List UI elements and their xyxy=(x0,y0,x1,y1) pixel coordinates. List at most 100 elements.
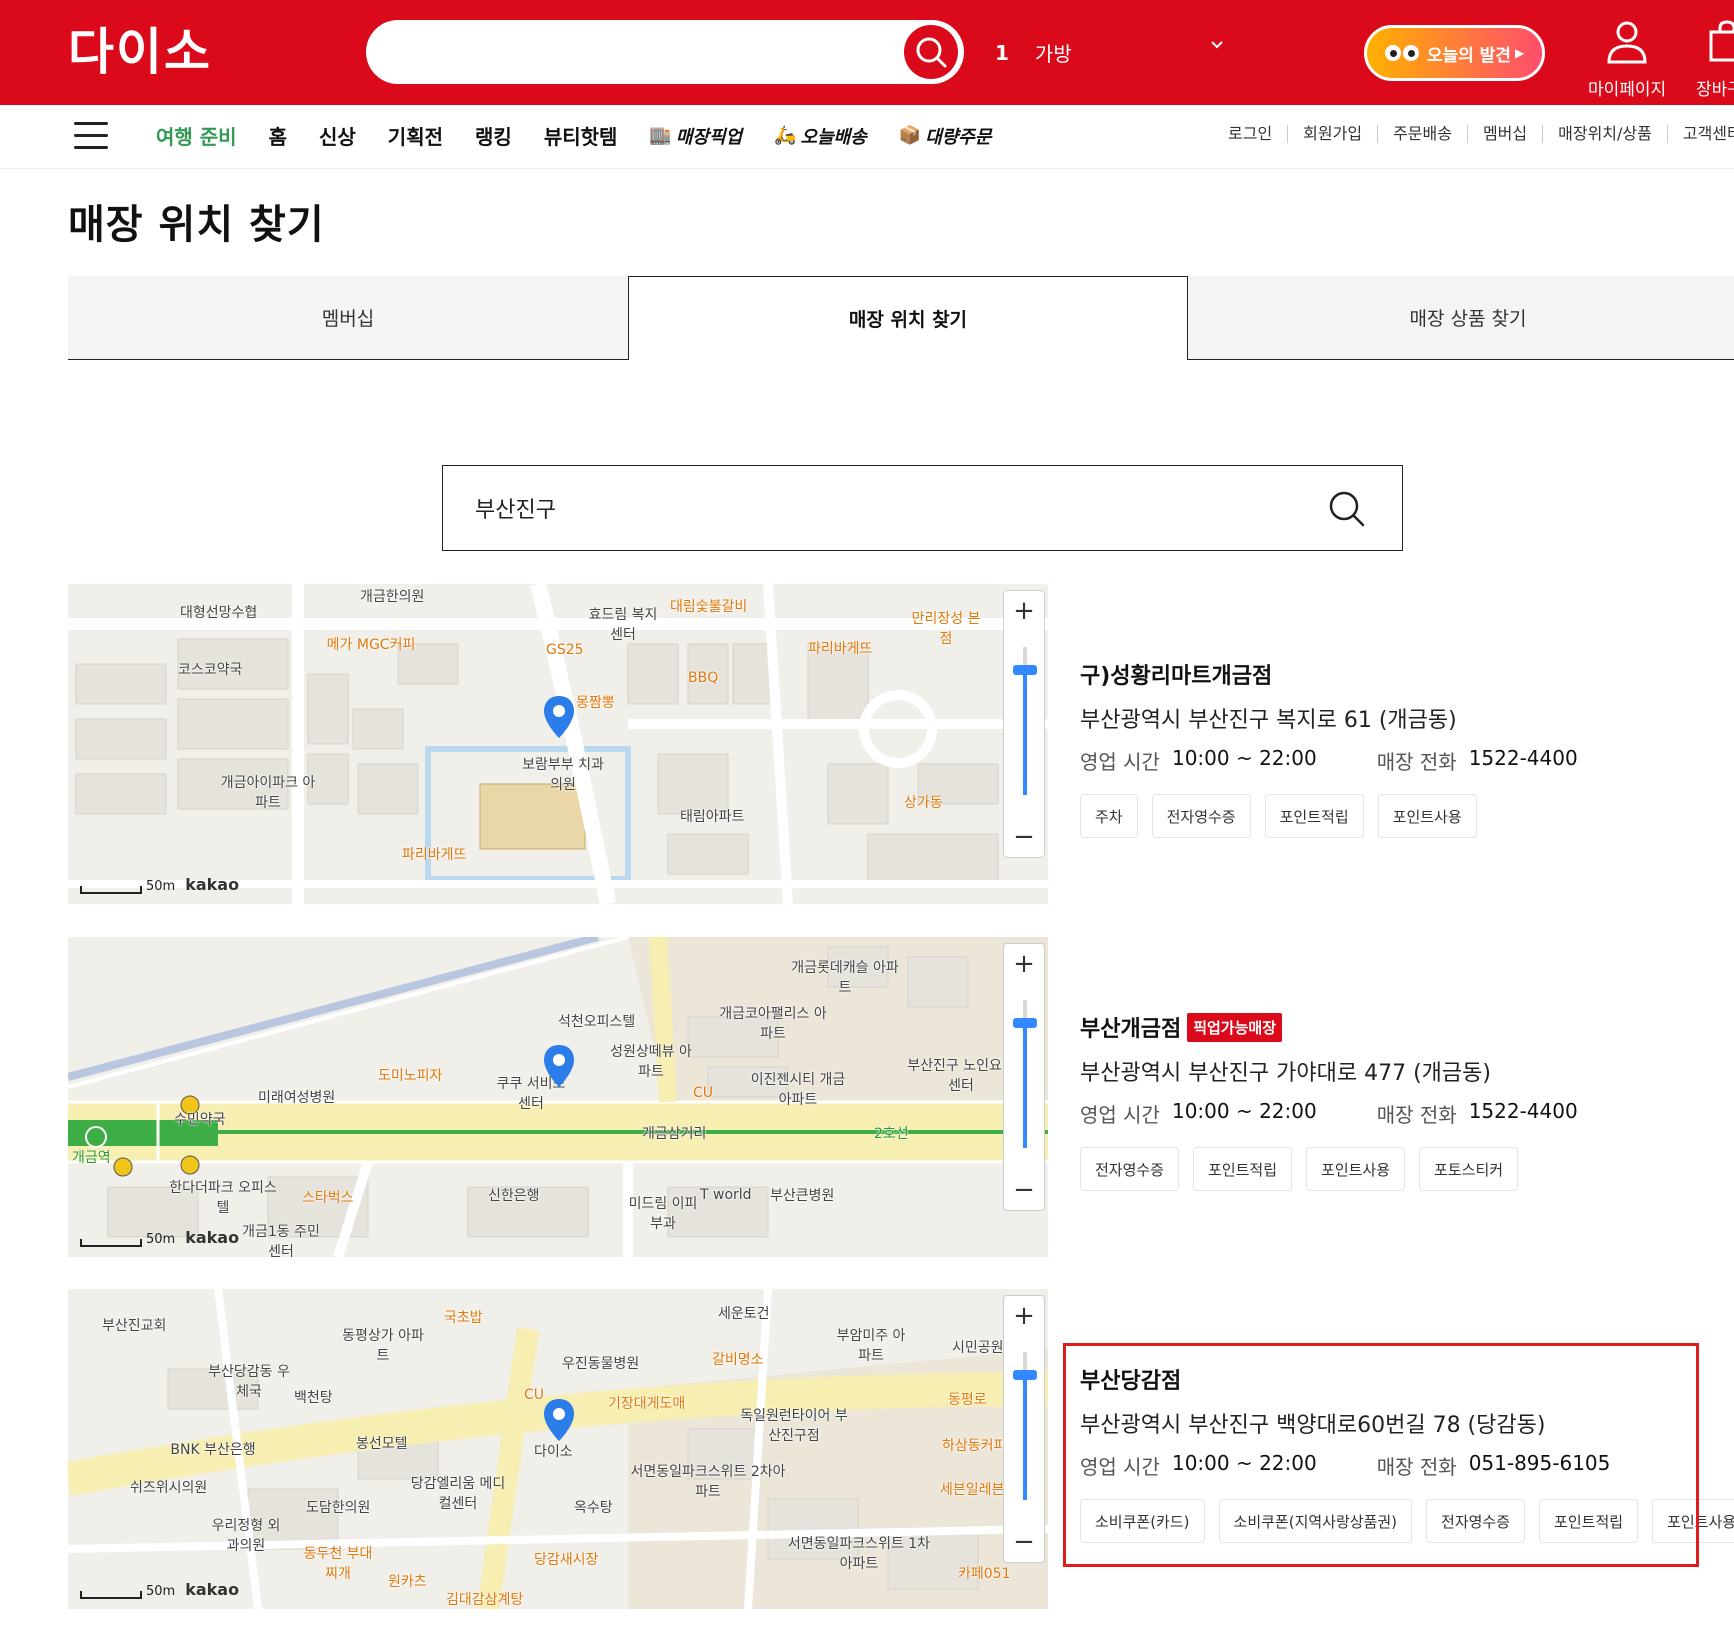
tab-store-products[interactable]: 매장 상품 찾기 xyxy=(1188,276,1734,360)
store-tags: 주차 전자영수증 포인트적립 포인트사용 xyxy=(1080,794,1491,838)
tab-membership[interactable]: 멤버십 xyxy=(68,276,628,360)
zoom-in-button[interactable]: + xyxy=(1004,944,1044,984)
orders-link[interactable]: 주문배송 xyxy=(1377,125,1467,143)
kakao-logo[interactable]: kakao xyxy=(185,1228,239,1247)
store-name[interactable]: 부산개금점 픽업가능매장 xyxy=(1080,1011,1283,1043)
store-map[interactable]: 대형선망수협 개금한의원 메가 MGC커피 효드림 복지센터 대림숯불갈비 만리… xyxy=(68,584,1048,904)
zoom-out-button[interactable]: − xyxy=(1004,817,1044,857)
store-tag: 포인트사용 xyxy=(1377,794,1477,838)
phone-value[interactable]: 1522-4400 xyxy=(1469,746,1578,775)
store-name-text: 부산개금점 xyxy=(1080,1017,1182,1042)
map-label: 대림숯불갈비 xyxy=(670,599,748,615)
map-label: 카페051 xyxy=(958,1566,1011,1582)
store-address: 부산광역시 부산진구 가야대로 477 (개금동) xyxy=(1080,1061,1491,1086)
store-search-input[interactable] xyxy=(475,488,1295,528)
tab-store-location[interactable]: 매장 위치 찾기 xyxy=(627,276,1188,360)
map-label: 파리바게뜨 xyxy=(808,641,873,657)
zoom-slider-fill xyxy=(1023,671,1027,795)
nav-beauty[interactable]: 뷰티핫템 xyxy=(544,121,618,150)
map-label: 수민약국 xyxy=(174,1112,226,1128)
map-label: 도미노피자 xyxy=(378,1068,443,1084)
store-map[interactable]: 부산진교회 국초밥 세운토건 부암미주 아파트 시민공원 동평상가 아파트 우진… xyxy=(68,1289,1048,1609)
nav-exhibition[interactable]: 기획전 xyxy=(388,121,443,150)
mypage-button[interactable]: 마이페이지 xyxy=(1588,20,1666,100)
nav-home[interactable]: 홈 xyxy=(269,121,287,150)
map-label: 메가 MGC커피 xyxy=(326,637,416,653)
zoom-out-button[interactable]: − xyxy=(1004,1170,1044,1210)
zoom-slider-handle[interactable] xyxy=(1013,1018,1037,1028)
zoom-out-button[interactable]: − xyxy=(1004,1522,1044,1562)
map-label: 한다더파크 오피스텔 xyxy=(169,1180,277,1216)
map-label: 이진젠시티 개금아파트 xyxy=(750,1072,846,1108)
store-location-link[interactable]: 매장위치/상품 xyxy=(1542,125,1667,143)
map-zoom-control: + − xyxy=(1003,943,1045,1211)
map-label: 하삼동커피 xyxy=(942,1438,1007,1454)
zoom-slider-handle[interactable] xyxy=(1013,1370,1037,1380)
mypage-label: 마이페이지 xyxy=(1588,80,1667,100)
store-tags: 전자영수증 포인트적립 포인트사용 포토스티커 xyxy=(1080,1147,1532,1191)
kakao-logo[interactable]: kakao xyxy=(185,1580,239,1599)
map-label: 동평상가 아파트 xyxy=(342,1328,424,1364)
scale-bar xyxy=(80,886,142,894)
map-label: BBQ xyxy=(688,670,719,686)
nav-ranking[interactable]: 랭킹 xyxy=(475,121,512,150)
store-tabs: 멤버십 매장 위치 찾기 매장 상품 찾기 xyxy=(68,276,1734,360)
map-label: 세운토건 xyxy=(718,1306,770,1322)
map-label: 김대감삼계탕 xyxy=(446,1592,524,1608)
store-item: 대형선망수협 개금한의원 메가 MGC커피 효드림 복지센터 대림숯불갈비 만리… xyxy=(68,584,1734,904)
selection-highlight xyxy=(1063,1343,1699,1567)
scale-label: 50m xyxy=(146,1232,176,1247)
map-label: 보람부부 치과의원 xyxy=(522,757,604,793)
nav-bulk-order[interactable]: 📦 대량주문 xyxy=(899,123,992,149)
kakao-logo[interactable]: kakao xyxy=(185,875,239,894)
map-zoom-control: + − xyxy=(1003,590,1045,858)
cart-label: 장바구니 xyxy=(1696,80,1734,100)
zoom-slider-handle[interactable] xyxy=(1013,665,1037,675)
nav-bulk-order-label: 대량주문 xyxy=(925,126,992,148)
map-label: 봉선모텔 xyxy=(356,1436,408,1452)
nav-util-menu: 로그인 회원가입 주문배송 멤버십 매장위치/상품 고객센터 xyxy=(1228,125,1734,143)
map-label: 석천오피스텔 xyxy=(558,1014,636,1030)
map-label: CU xyxy=(693,1085,714,1101)
map-label: 다이소 xyxy=(534,1444,573,1460)
map-label: 우리정형 외과의원 xyxy=(211,1518,281,1554)
cart-icon xyxy=(1709,20,1734,62)
today-discovery-button[interactable]: 오늘의 발견 ▶ xyxy=(1364,25,1545,81)
nav-store-pickup-label: 매장픽업 xyxy=(675,126,743,148)
daiso-logo[interactable]: 다이소 xyxy=(68,26,212,78)
store-tag: 포인트적립 xyxy=(1264,794,1364,838)
global-search-bar[interactable] xyxy=(366,20,964,84)
nav-main-menu: 여행 준비 홈 신상 기획전 랭킹 뷰티핫템 🏬 매장픽업 🛵 오늘배송 📦 대… xyxy=(156,121,1023,150)
customer-center-link[interactable]: 고객센터 xyxy=(1666,125,1734,143)
menu-icon[interactable] xyxy=(74,122,108,150)
phone-value[interactable]: 1522-4400 xyxy=(1469,1099,1578,1128)
nav-today-delivery[interactable]: 🛵 오늘배송 xyxy=(774,123,867,149)
map-label: 부산큰병원 xyxy=(770,1188,835,1204)
membership-link[interactable]: 멤버십 xyxy=(1466,125,1542,143)
scale-label: 50m xyxy=(146,879,176,894)
nav-travel[interactable]: 여행 준비 xyxy=(156,121,237,150)
search-icon xyxy=(916,37,947,68)
signup-link[interactable]: 회원가입 xyxy=(1287,125,1377,143)
map-label: 개금역 xyxy=(72,1150,111,1166)
hours-value: 10:00 ~ 22:00 xyxy=(1171,746,1317,770)
nav-new[interactable]: 신상 xyxy=(319,121,356,150)
map-label: BNK 부산은행 xyxy=(170,1442,256,1458)
zoom-in-button[interactable]: + xyxy=(1004,1296,1044,1336)
search-icon[interactable] xyxy=(1328,490,1366,528)
ranking-number: 1 xyxy=(995,40,1009,65)
store-tag: 주차 xyxy=(1080,794,1138,838)
box-icon: 📦 xyxy=(898,125,922,146)
store-map[interactable]: 개금롯데캐슬 아파트 석천오피스텔 개금코아팰리스 아파트 성원상떼뷰 아파트 … xyxy=(68,937,1048,1257)
cart-button[interactable]: 장바구니 xyxy=(1696,20,1734,100)
nav-store-pickup[interactable]: 🏬 매장픽업 xyxy=(649,123,742,149)
realtime-ranking[interactable]: 1 가방 xyxy=(995,38,1225,67)
zoom-in-button[interactable]: + xyxy=(1004,591,1044,631)
map-label: 원카츠 xyxy=(388,1574,427,1590)
map-label: 2호선 xyxy=(874,1126,909,1142)
global-search-button[interactable] xyxy=(904,25,958,79)
map-scale: 50m kakao xyxy=(80,875,239,894)
login-link[interactable]: 로그인 xyxy=(1228,125,1287,143)
map-label: 미래여성병원 xyxy=(258,1090,336,1106)
store-name[interactable]: 구)성황리마트개금점 xyxy=(1080,658,1272,690)
